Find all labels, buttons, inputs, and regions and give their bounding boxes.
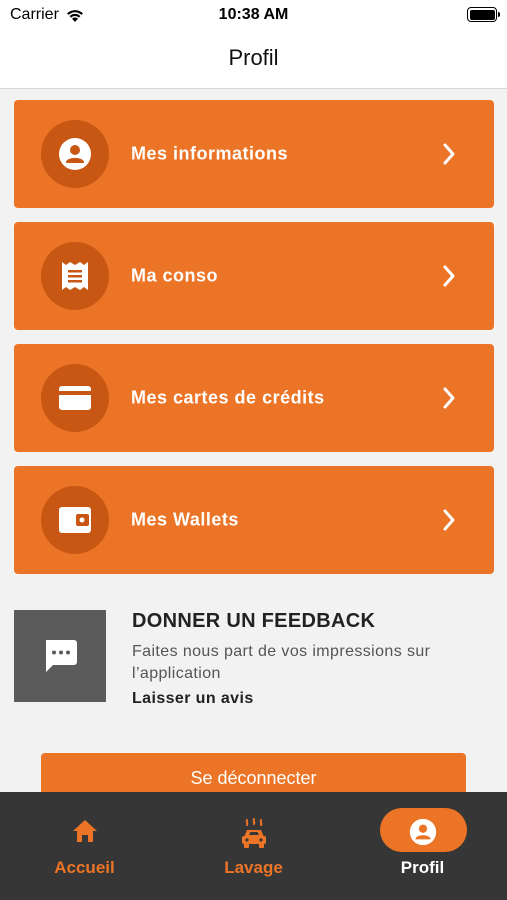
chevron-right-icon bbox=[443, 265, 455, 287]
chevron-right-icon bbox=[443, 387, 455, 409]
chevron-right-icon bbox=[443, 509, 455, 531]
feedback-section: DONNER UN FEEDBACK Faites nous part de v… bbox=[14, 610, 494, 720]
menu-item-ma-conso[interactable]: Ma conso bbox=[14, 222, 494, 330]
user-icon bbox=[59, 138, 91, 170]
menu-item-icon-circle bbox=[41, 120, 109, 188]
tab-profil[interactable]: Profil bbox=[338, 792, 507, 900]
tab-label: Accueil bbox=[54, 858, 115, 877]
page-title: Profil bbox=[228, 45, 279, 70]
tab-lavage[interactable]: Lavage bbox=[169, 792, 338, 900]
menu-item-icon-circle bbox=[41, 486, 109, 554]
chat-icon bbox=[46, 640, 77, 672]
tab-icon-wrap bbox=[239, 818, 269, 850]
status-time: 10:38 AM bbox=[218, 6, 289, 23]
user-icon bbox=[409, 818, 436, 846]
home-icon bbox=[72, 820, 97, 842]
leave-review-link[interactable]: Laisser un avis bbox=[132, 690, 254, 708]
menu-item-label: Mes Wallets bbox=[131, 509, 239, 530]
logout-button[interactable]: Se déconnecter bbox=[41, 753, 466, 797]
wallet-icon bbox=[59, 507, 91, 533]
tab-label: Lavage bbox=[224, 858, 283, 877]
navigation-bar: Profil bbox=[0, 32, 507, 89]
menu-item-mes-wallets[interactable]: Mes Wallets bbox=[14, 466, 494, 574]
tab-icon-wrap bbox=[409, 818, 437, 846]
status-bar: Carrier 10:38 AM bbox=[0, 0, 507, 32]
profile-menu: Mes informations Ma conso Mes cartes de … bbox=[14, 100, 494, 588]
menu-item-mes-cartes-de-credits[interactable]: Mes cartes de crédits bbox=[14, 344, 494, 452]
menu-item-mes-informations[interactable]: Mes informations bbox=[14, 100, 494, 208]
menu-item-label: Mes informations bbox=[131, 143, 289, 164]
credit-card-icon bbox=[59, 386, 91, 410]
battery-icon bbox=[467, 7, 500, 22]
tab-accueil[interactable]: Accueil bbox=[0, 792, 169, 900]
tab-icon-wrap bbox=[71, 818, 99, 844]
feedback-description: Faites nous part de vos impressions sur … bbox=[132, 643, 431, 682]
car-wash-icon bbox=[241, 818, 266, 848]
receipt-icon bbox=[62, 262, 88, 290]
tab-label: Profil bbox=[400, 858, 445, 877]
menu-item-icon-circle bbox=[41, 242, 109, 310]
tab-bar: Accueil Lavage Profil bbox=[0, 792, 507, 900]
chevron-right-icon bbox=[443, 143, 455, 165]
feedback-title: DONNER UN FEEDBACK bbox=[132, 610, 376, 632]
menu-item-icon-circle bbox=[41, 364, 109, 432]
menu-item-label: Mes cartes de crédits bbox=[131, 387, 325, 408]
menu-item-label: Ma conso bbox=[131, 265, 219, 286]
feedback-icon-box bbox=[14, 610, 106, 702]
